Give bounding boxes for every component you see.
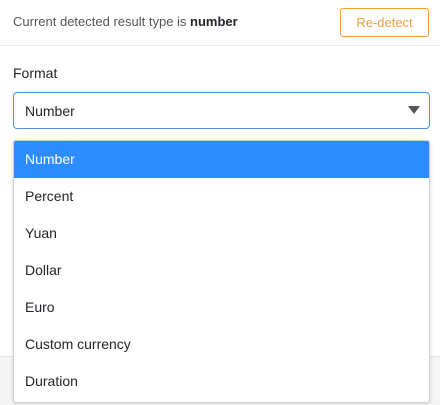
format-option-number[interactable]: Number bbox=[14, 141, 429, 178]
format-select[interactable]: Number bbox=[13, 92, 430, 129]
format-label: Format bbox=[13, 65, 58, 81]
detected-type-prefix: Current detected result type is bbox=[13, 14, 191, 29]
format-option-duration[interactable]: Duration bbox=[14, 363, 429, 400]
caret-down-icon bbox=[408, 106, 420, 114]
detected-type-value: number bbox=[190, 14, 238, 29]
format-option-euro[interactable]: Euro bbox=[14, 289, 429, 326]
detected-type-text: Current detected result type is number bbox=[13, 14, 238, 29]
format-select-value: Number bbox=[25, 103, 75, 119]
format-option-percent[interactable]: Percent bbox=[14, 178, 429, 215]
format-option-custom-currency[interactable]: Custom currency bbox=[14, 326, 429, 363]
format-option-yuan[interactable]: Yuan bbox=[14, 215, 429, 252]
detected-type-bar: Current detected result type is number R… bbox=[0, 0, 440, 46]
redetect-button[interactable]: Re-detect bbox=[340, 8, 429, 37]
format-dropdown-menu: Number Percent Yuan Dollar Euro Custom c… bbox=[13, 140, 430, 403]
format-option-dollar[interactable]: Dollar bbox=[14, 252, 429, 289]
